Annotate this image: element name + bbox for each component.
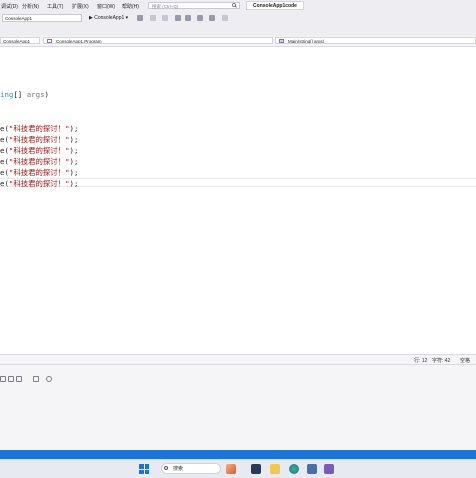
nav-class-label: ConsoleApp1.Program — [56, 39, 102, 44]
code-text: e( — [0, 146, 9, 155]
class-icon — [47, 39, 52, 43]
code-parameter: args — [26, 90, 45, 99]
code-string: "科技君的探讨！" — [8, 168, 70, 177]
search-input[interactable]: 搜索 (Ctrl+Q) — [148, 2, 240, 9]
step-over-icon[interactable] — [162, 15, 168, 21]
taskbar-search[interactable]: 搜索 — [161, 463, 221, 474]
code-text: ); — [69, 179, 79, 188]
menu-help[interactable]: 帮助(H) — [122, 3, 139, 10]
taskbar: 搜索 — [0, 459, 476, 478]
settings-icon[interactable] — [46, 376, 52, 382]
nav-project-dropdown[interactable]: ConsoleApp1 — [0, 37, 40, 44]
menu-debug[interactable]: 调试(D) — [1, 3, 18, 10]
code-string: "科技君的探讨！" — [8, 135, 70, 144]
code-string: "科技君的探讨！" — [8, 146, 70, 155]
navigation-bar: ConsoleApp1 ConsoleApp1.Program Main(str… — [0, 36, 476, 47]
code-editor[interactable]: ing[] args) e("科技君的探讨！"); e("科技君的探讨！"); … — [0, 47, 476, 354]
run-button[interactable]: ▶ ConsoleApp1 ▾ — [89, 14, 128, 22]
whitespace-indicator[interactable]: 空格 — [460, 357, 470, 364]
code-text: ); — [69, 135, 79, 144]
code-text: ); — [69, 168, 79, 177]
nav-member-dropdown[interactable]: Main(string[] args) — [275, 37, 476, 44]
code-line: e("科技君的探讨！"); — [0, 123, 78, 134]
menu-extensions[interactable]: 扩展(X) — [72, 3, 89, 10]
widgets-icon[interactable] — [226, 464, 236, 474]
code-text: e( — [0, 124, 9, 133]
format-icon[interactable] — [209, 15, 215, 21]
document-tab-strip — [0, 24, 476, 36]
wrap-icon[interactable] — [33, 376, 39, 382]
code-string: "科技君的探讨！" — [8, 124, 70, 133]
code-line-signature: ing[] args) — [0, 90, 49, 99]
menu-analyze[interactable]: 分析(N) — [22, 3, 39, 10]
code-text: [] — [13, 90, 27, 99]
task-view-icon[interactable] — [251, 464, 261, 474]
nav-class-dropdown[interactable]: ConsoleApp1.Program — [43, 37, 273, 44]
code-string: "科技君的探讨！" — [8, 157, 70, 166]
nav-member-label: Main(string[] args) — [288, 39, 325, 44]
restart-icon[interactable] — [137, 15, 143, 21]
code-text: e( — [0, 179, 9, 188]
code-line: e("科技君的探讨！"); — [0, 167, 78, 178]
store-icon[interactable] — [307, 464, 317, 474]
windows-start-icon[interactable] — [139, 464, 149, 474]
bookmark-icon[interactable] — [175, 15, 181, 21]
code-text: ) — [44, 90, 49, 99]
project-title: ConsoleApp1code — [246, 1, 304, 10]
layout-icon[interactable] — [185, 15, 191, 21]
code-text: ); — [69, 124, 79, 133]
menu-window[interactable]: 窗口(W) — [97, 3, 115, 10]
filter-icon[interactable] — [16, 376, 22, 382]
comment-icon[interactable] — [197, 15, 203, 21]
code-string: "科技君的探讨！" — [8, 179, 70, 188]
search-icon[interactable] — [232, 3, 237, 8]
step-icon[interactable] — [150, 15, 156, 21]
code-text: ); — [69, 146, 79, 155]
run-button-label: ▶ ConsoleApp1 ▾ — [89, 15, 129, 21]
startup-project-dropdown[interactable]: ConsoleApp1 — [2, 14, 82, 22]
code-text: ); — [69, 157, 79, 166]
line-indicator[interactable]: 行: 12 — [414, 357, 427, 364]
char-indicator[interactable]: 字符: 42 — [432, 357, 450, 364]
find-icon[interactable] — [0, 376, 6, 382]
code-keyword: ing — [0, 90, 14, 99]
status-bar — [0, 450, 476, 459]
file-explorer-icon[interactable] — [270, 464, 280, 474]
visual-studio-icon[interactable] — [324, 464, 334, 474]
code-text: e( — [0, 157, 9, 166]
code-text: e( — [0, 135, 9, 144]
menu-tools[interactable]: 工具(T) — [47, 3, 63, 10]
toolbar-overflow-icon[interactable] — [222, 15, 228, 21]
code-line: e("科技君的探讨！"); — [0, 134, 78, 145]
output-panel — [0, 364, 476, 451]
method-icon — [279, 39, 284, 43]
menu-bar: 调试(D) 分析(N) 工具(T) 扩展(X) 窗口(W) 帮助(H) 搜索 (… — [0, 0, 476, 12]
code-text: e( — [0, 168, 9, 177]
code-line: e("科技君的探讨！"); — [0, 156, 78, 167]
nav-project-label: ConsoleApp1 — [3, 39, 31, 44]
clear-icon[interactable] — [8, 376, 14, 382]
code-line: e("科技君的探讨！"); — [0, 145, 78, 156]
edge-browser-icon[interactable] — [289, 464, 299, 474]
code-line-current: e("科技君的探讨！"); — [0, 178, 78, 189]
search-icon — [164, 466, 168, 470]
